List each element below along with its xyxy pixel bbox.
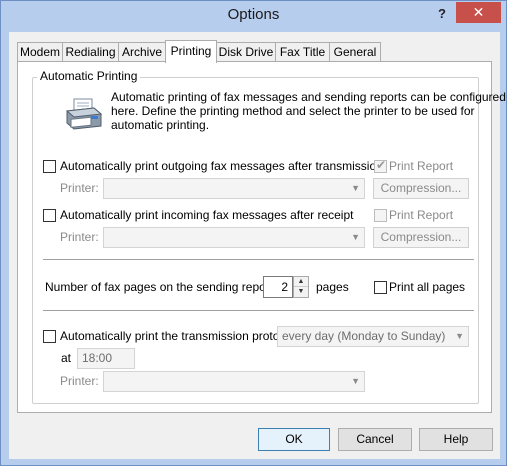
report-pages-input[interactable]: 2: [263, 276, 293, 298]
automatic-printing-group: Automatic Printing Automatic printing of…: [32, 69, 506, 404]
protocol-printer-label: Printer:: [60, 374, 99, 388]
print-incoming-label: Automatically print incoming fax message…: [60, 208, 354, 222]
dialog-client: Modem Redialing Archive Printing Disk Dr…: [9, 32, 506, 459]
pages-suffix: pages: [316, 280, 349, 294]
print-report-outgoing-checkbox[interactable]: ✔: [374, 158, 387, 173]
cancel-button[interactable]: Cancel: [338, 428, 412, 451]
protocol-printer-select[interactable]: ▼: [103, 371, 365, 392]
tab-disk-drive[interactable]: Disk Drive: [216, 42, 276, 62]
print-protocol-checkbox[interactable]: [43, 330, 56, 343]
description-line-2: here. Define the printing method and sel…: [111, 104, 475, 118]
protocol-schedule-value: every day (Monday to Sunday): [282, 329, 446, 343]
print-protocol-label: Automatically print the transmission pro…: [60, 329, 295, 343]
check-icon: ✔: [376, 158, 387, 172]
tab-printing[interactable]: Printing: [165, 40, 217, 63]
group-title: Automatic Printing: [37, 69, 141, 83]
print-all-pages-label: Print all pages: [389, 280, 466, 294]
separator: [43, 310, 474, 311]
tab-general[interactable]: General: [329, 42, 381, 62]
title-bar: Options ? ✕: [1, 1, 506, 31]
print-outgoing-label: Automatically print outgoing fax message…: [60, 159, 383, 173]
incoming-printer-label: Printer:: [60, 230, 99, 244]
print-report-outgoing-label: Print Report: [389, 159, 454, 173]
print-report-incoming-checkbox[interactable]: [374, 209, 387, 222]
chevron-down-icon: ▼: [455, 331, 464, 341]
help-icon[interactable]: ?: [433, 5, 451, 23]
help-button[interactable]: Help: [419, 428, 493, 451]
chevron-down-icon[interactable]: ▼: [294, 287, 308, 297]
tab-modem[interactable]: Modem: [17, 42, 63, 62]
description-line-3: automatic printing.: [111, 118, 210, 132]
at-label: at: [61, 351, 72, 365]
tab-redialing[interactable]: Redialing: [62, 42, 119, 62]
printing-tab-panel: Automatic Printing Automatic printing of…: [17, 61, 506, 413]
report-pages-label: Number of fax pages on the sending repor…: [45, 280, 277, 294]
print-all-pages-checkbox[interactable]: [374, 281, 387, 294]
outgoing-printer-select[interactable]: ▼: [103, 178, 365, 199]
description-line-1: Automatic printing of fax messages and s…: [111, 90, 506, 104]
window-title: Options: [227, 6, 280, 23]
tab-fax-title[interactable]: Fax Title: [275, 42, 330, 62]
print-outgoing-checkbox[interactable]: [43, 160, 56, 173]
tab-archive[interactable]: Archive: [118, 42, 166, 62]
printer-icon: [65, 98, 103, 130]
ok-button[interactable]: OK: [258, 428, 330, 451]
chevron-down-icon: ▼: [351, 183, 360, 193]
close-icon[interactable]: ✕: [456, 2, 501, 23]
chevron-down-icon: ▼: [351, 376, 360, 386]
report-pages-stepper[interactable]: ▲ ▼: [293, 276, 309, 298]
chevron-down-icon: ▼: [351, 232, 360, 242]
separator: [43, 259, 474, 260]
protocol-time-value: 18:00: [82, 351, 113, 365]
protocol-schedule-select[interactable]: every day (Monday to Sunday) ▼: [277, 326, 469, 347]
outgoing-compression-button[interactable]: Compression...: [373, 178, 469, 199]
options-dialog: Options ? ✕ Modem Redialing Archive Prin…: [0, 0, 507, 466]
outgoing-printer-label: Printer:: [60, 181, 99, 195]
incoming-compression-button[interactable]: Compression...: [373, 227, 469, 248]
print-report-incoming-label: Print Report: [389, 208, 454, 222]
print-incoming-checkbox[interactable]: [43, 209, 56, 222]
protocol-time-input[interactable]: 18:00: [77, 348, 135, 369]
incoming-printer-select[interactable]: ▼: [103, 227, 365, 248]
chevron-up-icon[interactable]: ▲: [294, 277, 308, 287]
